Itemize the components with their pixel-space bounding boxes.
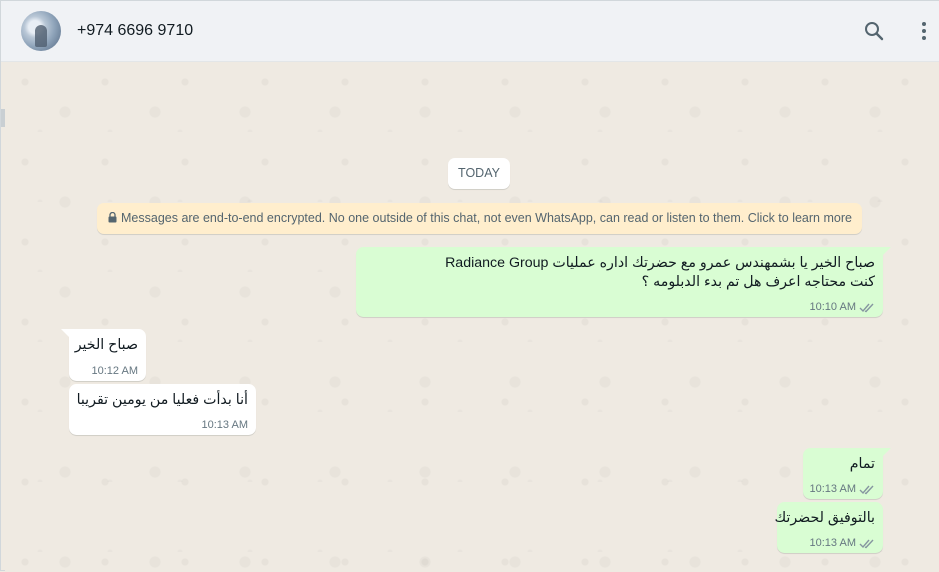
chat-header: +974 6696 9710 (1, 1, 939, 62)
message-bubble-incoming[interactable]: أنا بدأت فعليا من يومين تقريبا 10:13 AM (69, 384, 256, 435)
message-time: 10:13 AM (201, 419, 248, 431)
message-bubble-incoming[interactable]: صباح الخير 10:12 AM (61, 329, 146, 381)
encryption-notice-text: Messages are end-to-end encrypted. No on… (121, 211, 852, 225)
contact-avatar[interactable] (21, 11, 61, 51)
menu-icon[interactable] (912, 19, 936, 43)
message-bubble-outgoing[interactable]: تمام 10:13 AM (803, 448, 891, 499)
message-line: صباح الخير يا بشمهندس عمرو مع حضرتك ادار… (445, 255, 875, 271)
message-bubble-outgoing[interactable]: صباح الخير يا بشمهندس عمرو مع حضرتك ادار… (356, 247, 891, 317)
message-text: صباح الخير (75, 336, 138, 355)
message-line: كنت محتاجه اعرف هل تم بدء الدبلومه ؟ (641, 274, 875, 290)
message-text: أنا بدأت فعليا من يومين تقريبا (77, 391, 248, 410)
message-meta: 10:10 AM (810, 301, 875, 313)
contact-name[interactable]: +974 6696 9710 (77, 22, 193, 40)
encryption-notice[interactable]: Messages are end-to-end encrypted. No on… (97, 203, 862, 234)
message-time: 10:13 AM (809, 483, 856, 495)
message-meta: 10:12 AM (92, 365, 138, 377)
search-icon[interactable] (862, 19, 886, 43)
message-line: أنا بدأت فعليا من يومين تقريبا (76, 392, 248, 408)
message-text: بالتوفيق لحضرتك (774, 509, 875, 528)
message-line: بالتوفيق لحضرتك (774, 510, 875, 526)
message-line: تمام (849, 456, 875, 472)
message-meta: 10:13 AM (202, 419, 248, 431)
message-text: صباح الخير يا بشمهندس عمرو مع حضرتك ادار… (445, 254, 875, 292)
date-chip: TODAY (448, 158, 510, 189)
whatsapp-window: +974 6696 9710 TODAY Messages are end-to… (0, 0, 939, 572)
read-receipt-icon (859, 302, 875, 313)
message-time: 10:12 AM (91, 365, 138, 377)
read-receipt-icon (859, 484, 875, 495)
message-time: 10:13 AM (809, 537, 856, 549)
message-text: تمام (850, 455, 875, 474)
message-meta: 10:13 AM (810, 483, 875, 495)
message-time: 10:10 AM (809, 301, 856, 313)
message-line: صباح الخير (74, 337, 138, 353)
read-receipt-icon (859, 538, 875, 549)
message-list[interactable] (5, 62, 939, 572)
lock-icon (108, 211, 121, 225)
message-meta: 10:13 AM (810, 537, 875, 549)
message-bubble-outgoing[interactable]: بالتوفيق لحضرتك 10:13 AM (774, 502, 883, 553)
